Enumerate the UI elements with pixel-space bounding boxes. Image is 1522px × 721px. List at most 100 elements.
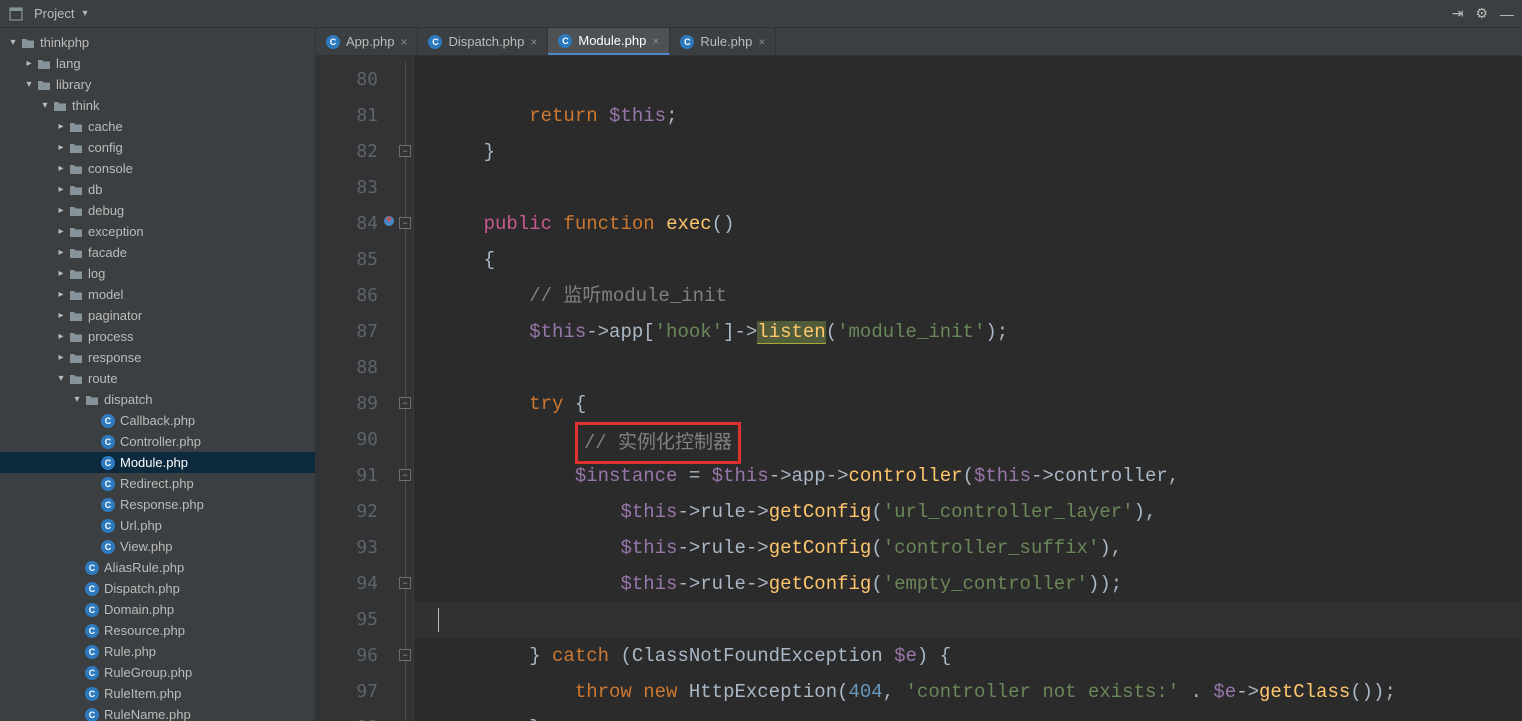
- close-icon[interactable]: ×: [530, 35, 537, 49]
- code-line[interactable]: [414, 602, 1522, 638]
- override-marker-icon[interactable]: [382, 206, 396, 242]
- tree-node-icon: C: [84, 665, 100, 681]
- top-toolbar: Project ▾ ⇥ ⚙ —: [0, 0, 1522, 28]
- code-line[interactable]: $this->rule->getConfig('url_controller_l…: [414, 494, 1522, 530]
- tree-folder-debug[interactable]: ▸debug: [0, 200, 315, 221]
- line-number: 91: [316, 458, 398, 494]
- tree-folder-library[interactable]: ▾library: [0, 74, 315, 95]
- tree-node-icon: C: [100, 455, 116, 471]
- tree-arrow-icon: ▾: [38, 100, 52, 111]
- tree-node-icon: [52, 98, 68, 114]
- tree-arrow-icon: ▾: [22, 79, 36, 90]
- tree-file-rule[interactable]: CRule.php: [0, 641, 315, 662]
- fold-handle[interactable]: −: [399, 469, 411, 481]
- tree-arrow-icon: ▸: [54, 205, 68, 216]
- code-line[interactable]: }: [414, 710, 1522, 721]
- tree-node-icon: [68, 119, 84, 135]
- tree-file-module[interactable]: CModule.php: [0, 452, 315, 473]
- tree-file-callback[interactable]: CCallback.php: [0, 410, 315, 431]
- code-line[interactable]: // 监听module_init: [414, 278, 1522, 314]
- tree-folder-facade[interactable]: ▸facade: [0, 242, 315, 263]
- tree-file-controller[interactable]: CController.php: [0, 431, 315, 452]
- line-number: 98: [316, 710, 398, 721]
- tree-file-response[interactable]: CResponse.php: [0, 494, 315, 515]
- line-number: 89: [316, 386, 398, 422]
- fold-handle[interactable]: −: [399, 577, 411, 589]
- tree-node-icon: C: [100, 497, 116, 513]
- code-line[interactable]: // 实例化控制器: [414, 422, 1522, 458]
- code-line[interactable]: $instance = $this->app->controller($this…: [414, 458, 1522, 494]
- tab-app[interactable]: CApp.php×: [316, 28, 418, 55]
- code-line[interactable]: {: [414, 242, 1522, 278]
- tree-arrow-icon: ▸: [54, 331, 68, 342]
- tree-node-icon: [68, 287, 84, 303]
- tree-file-resource[interactable]: CResource.php: [0, 620, 315, 641]
- code-line[interactable]: try {: [414, 386, 1522, 422]
- tree-root[interactable]: ▾thinkphp: [0, 32, 315, 53]
- tree-folder-process[interactable]: ▸process: [0, 326, 315, 347]
- code-line[interactable]: return $this;: [414, 98, 1522, 134]
- tab-dispatch[interactable]: CDispatch.php×: [418, 28, 548, 55]
- code-editor[interactable]: 80818283848586878889909192939495969798 −…: [316, 56, 1522, 721]
- tree-folder-db[interactable]: ▸db: [0, 179, 315, 200]
- line-number: 94: [316, 566, 398, 602]
- fold-handle[interactable]: −: [399, 217, 411, 229]
- tree-folder-exception[interactable]: ▸exception: [0, 221, 315, 242]
- project-tree[interactable]: ▾thinkphp▸lang▾library▾think▸cache▸confi…: [0, 28, 316, 721]
- tree-file-domain[interactable]: CDomain.php: [0, 599, 315, 620]
- tree-arrow-icon: ▸: [54, 268, 68, 279]
- tree-node-icon: C: [100, 434, 116, 450]
- tree-folder-cache[interactable]: ▸cache: [0, 116, 315, 137]
- tree-node-icon: C: [100, 413, 116, 429]
- code-line[interactable]: [414, 170, 1522, 206]
- tree-file-ruleitem[interactable]: CRuleItem.php: [0, 683, 315, 704]
- tree-folder-model[interactable]: ▸model: [0, 284, 315, 305]
- tree-file-url[interactable]: CUrl.php: [0, 515, 315, 536]
- tab-rule[interactable]: CRule.php×: [670, 28, 776, 55]
- line-number: 87: [316, 314, 398, 350]
- tab-module[interactable]: CModule.php×: [548, 28, 670, 55]
- gear-icon[interactable]: ⚙: [1475, 5, 1488, 22]
- code-line[interactable]: throw new HttpException(404, 'controller…: [414, 674, 1522, 710]
- tree-file-aliasrule[interactable]: CAliasRule.php: [0, 557, 315, 578]
- tree-folder-route[interactable]: ▾route: [0, 368, 315, 389]
- code-line[interactable]: $this->rule->getConfig('empty_controller…: [414, 566, 1522, 602]
- close-icon[interactable]: ×: [400, 35, 407, 49]
- code-line[interactable]: }: [414, 134, 1522, 170]
- tree-file-rulegroup[interactable]: CRuleGroup.php: [0, 662, 315, 683]
- code-line[interactable]: $this->app['hook']->listen('module_init'…: [414, 314, 1522, 350]
- collapse-icon[interactable]: ⇥: [1452, 5, 1464, 22]
- fold-handle[interactable]: −: [399, 649, 411, 661]
- code-line[interactable]: [414, 350, 1522, 386]
- tree-file-redirect[interactable]: CRedirect.php: [0, 473, 315, 494]
- tree-folder-dispatch[interactable]: ▾dispatch: [0, 389, 315, 410]
- tree-arrow-icon: ▸: [54, 163, 68, 174]
- tree-node-icon: [68, 266, 84, 282]
- code-area[interactable]: return $this; } public function exec() {…: [414, 56, 1522, 721]
- tree-arrow-icon: ▸: [54, 247, 68, 258]
- tree-folder-think[interactable]: ▾think: [0, 95, 315, 116]
- tree-folder-config[interactable]: ▸config: [0, 137, 315, 158]
- tree-folder-console[interactable]: ▸console: [0, 158, 315, 179]
- code-line[interactable]: public function exec(): [414, 206, 1522, 242]
- hide-icon[interactable]: —: [1500, 6, 1514, 22]
- tree-node-icon: [84, 392, 100, 408]
- code-line[interactable]: } catch (ClassNotFoundException $e) {: [414, 638, 1522, 674]
- tree-file-rulename[interactable]: CRuleName.php: [0, 704, 315, 721]
- tree-node-icon: C: [100, 476, 116, 492]
- tree-file-view[interactable]: CView.php: [0, 536, 315, 557]
- project-selector[interactable]: Project ▾: [8, 6, 88, 22]
- tree-node-icon: C: [84, 623, 100, 639]
- tree-folder-lang[interactable]: ▸lang: [0, 53, 315, 74]
- tree-folder-paginator[interactable]: ▸paginator: [0, 305, 315, 326]
- code-line[interactable]: $this->rule->getConfig('controller_suffi…: [414, 530, 1522, 566]
- tree-folder-log[interactable]: ▸log: [0, 263, 315, 284]
- tree-folder-response[interactable]: ▸response: [0, 347, 315, 368]
- fold-handle[interactable]: −: [399, 397, 411, 409]
- close-icon[interactable]: ×: [758, 35, 765, 49]
- tree-file-dispatch[interactable]: CDispatch.php: [0, 578, 315, 599]
- code-line[interactable]: [414, 62, 1522, 98]
- fold-handle[interactable]: −: [399, 145, 411, 157]
- close-icon[interactable]: ×: [652, 34, 659, 48]
- line-number: 83: [316, 170, 398, 206]
